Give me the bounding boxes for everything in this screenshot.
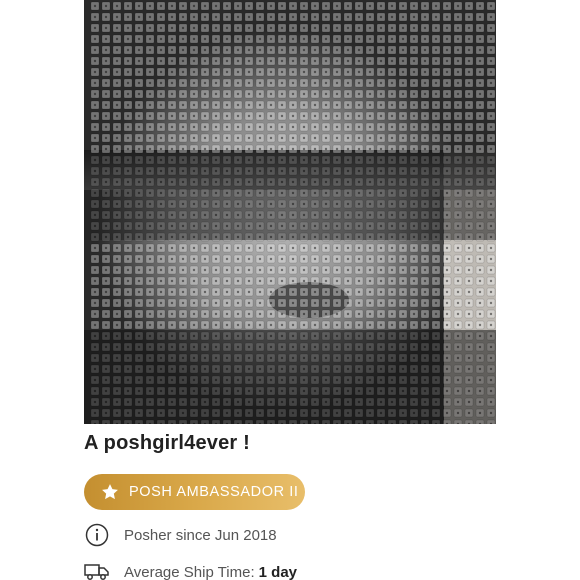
ship-time-value: 1 day — [258, 563, 297, 580]
sequin-dress-image — [84, 0, 496, 424]
right-margin — [496, 0, 580, 580]
posher-since-row: Posher since Jun 2018 — [84, 522, 277, 548]
truck-icon — [84, 559, 110, 580]
cover-photo[interactable] — [84, 0, 496, 424]
badge-label: POSH AMBASSADOR II — [129, 484, 299, 500]
posh-ambassador-badge[interactable]: POSH AMBASSADOR II — [84, 474, 305, 510]
info-icon — [84, 522, 110, 548]
star-icon — [100, 482, 120, 502]
left-margin — [0, 0, 84, 580]
ship-time-row: Average Ship Time: 1 day — [84, 559, 297, 580]
username[interactable]: A poshgirl4ever ! — [84, 432, 250, 455]
posher-since-text: Posher since Jun 2018 — [124, 526, 277, 544]
profile-card: A poshgirl4ever ! POSH AMBASSADOR II Pos… — [84, 0, 496, 580]
ship-time-label: Average Ship Time: — [124, 563, 255, 580]
page: A poshgirl4ever ! POSH AMBASSADOR II Pos… — [0, 0, 580, 580]
